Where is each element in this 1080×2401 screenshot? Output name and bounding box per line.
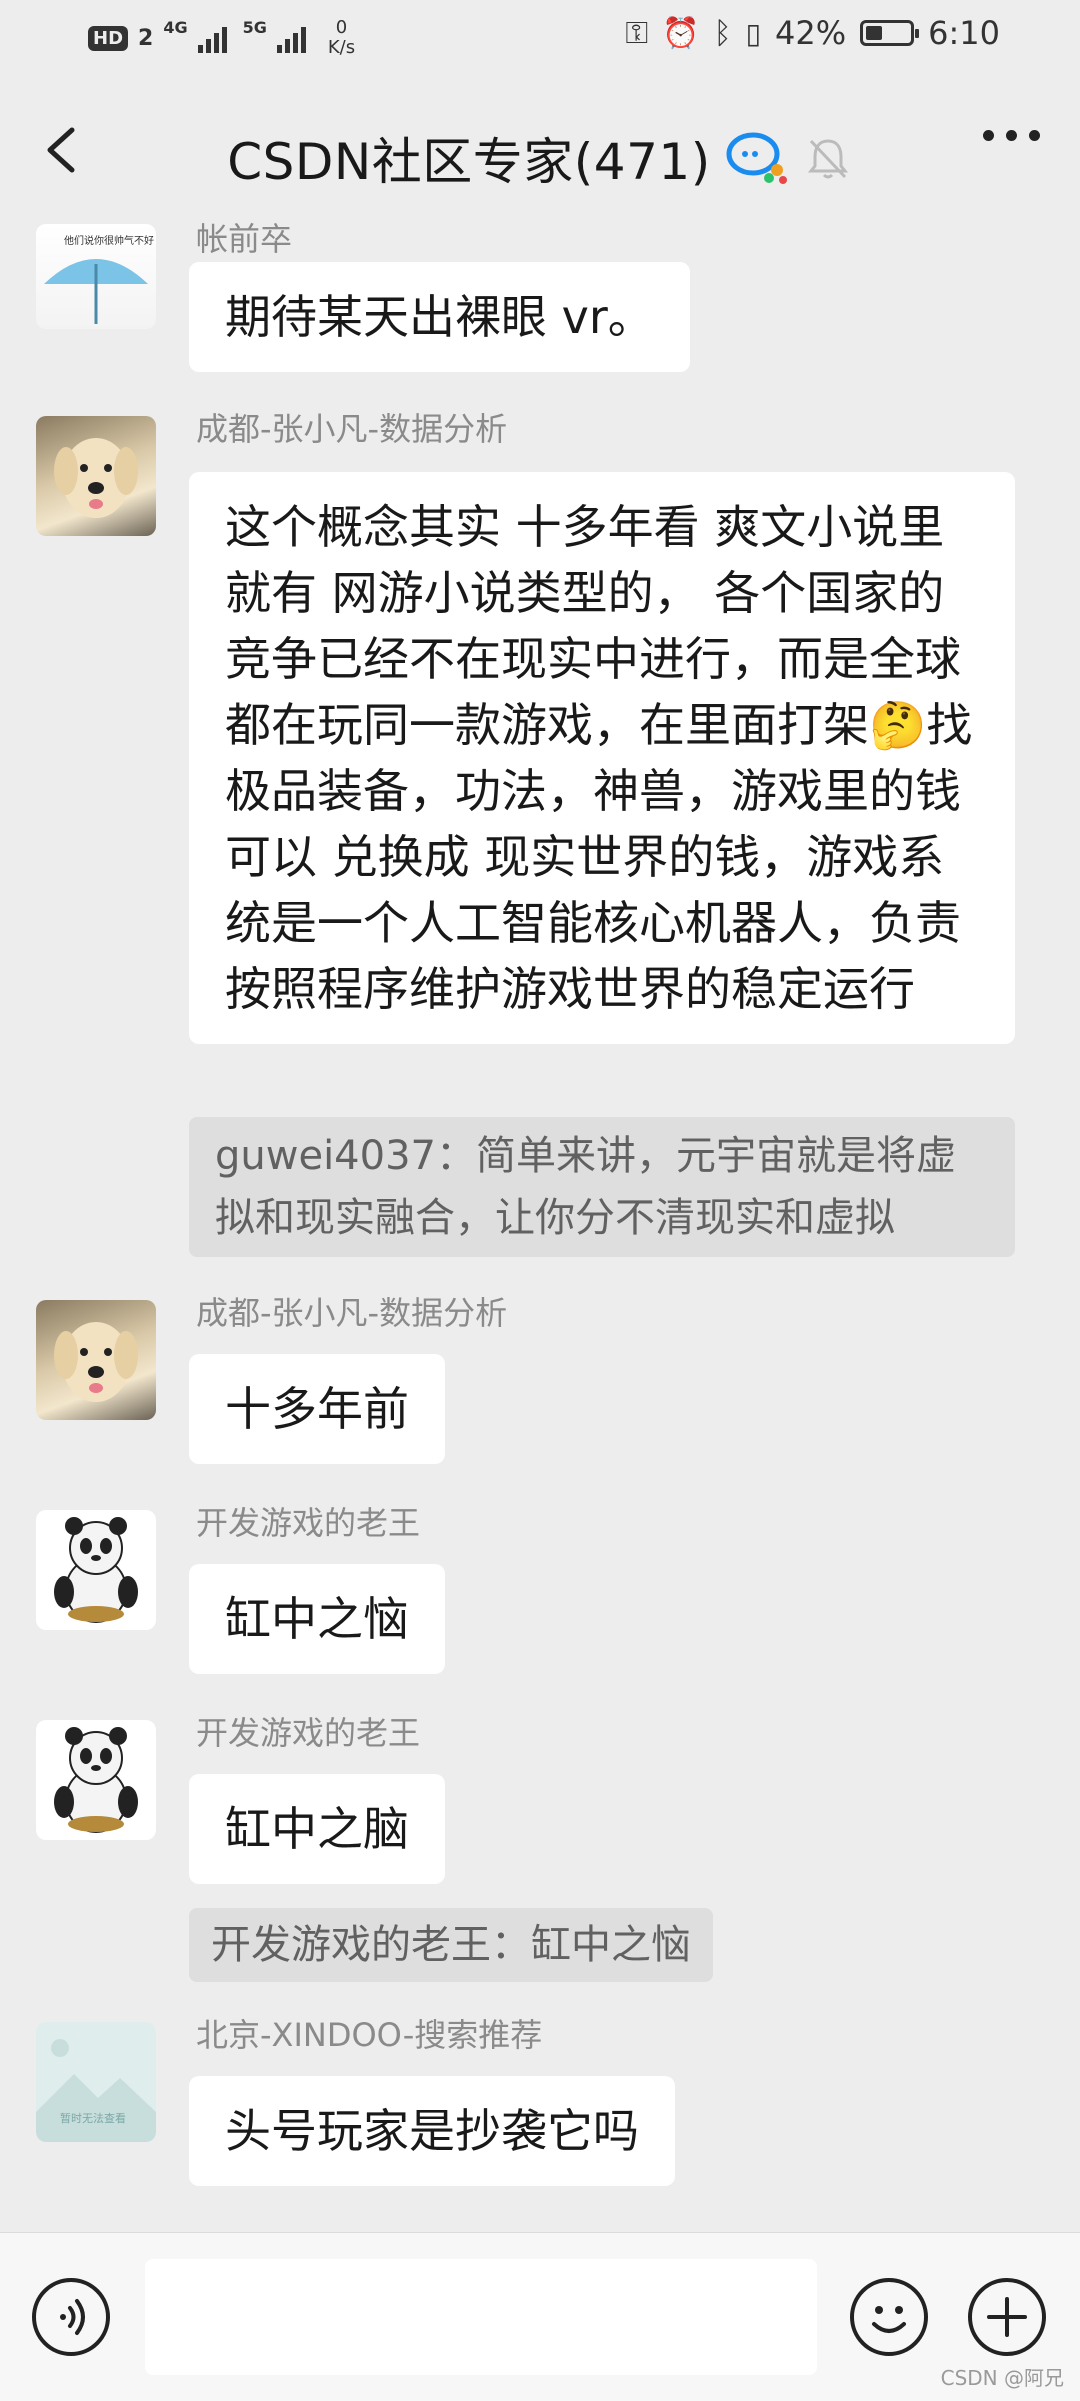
sender-name: 成都-张小凡-数据分析: [196, 410, 508, 448]
emoji-icon: [872, 2306, 906, 2333]
avatar-caption: 暂时无法查看: [60, 2112, 126, 2125]
message-bubble[interactable]: 头号玩家是抄袭它吗: [189, 2076, 675, 2186]
sender-name: 开发游戏的老王: [196, 1714, 421, 1752]
battery-percent: 42%: [775, 14, 847, 52]
status-left: HD 2 4G 5G 0 K/s: [88, 18, 355, 58]
more-button[interactable]: [983, 130, 1040, 141]
plus-button[interactable]: [968, 2278, 1046, 2356]
avatar-caption: 他们说你很帅气不好: [64, 236, 154, 247]
chat-title-area: CSDN社区专家(471): [0, 122, 1080, 194]
net-speed-unit: K/s: [327, 37, 356, 58]
message-input[interactable]: [145, 2259, 817, 2375]
more-icon: [983, 130, 1040, 141]
panda-avatar-icon: [54, 1727, 138, 1833]
status-bar: HD 2 4G 5G 0 K/s ⚿ ⏰ ᛒ ▯ 42% 6:10: [0, 0, 1080, 80]
voice-icon: [60, 2299, 85, 2335]
message-bubble[interactable]: 缸中之恼: [189, 1564, 445, 1674]
sender-name: 帐前卒: [196, 220, 293, 258]
panda-avatar-icon: [54, 1517, 138, 1623]
message-bubble[interactable]: 十多年前: [189, 1354, 445, 1464]
emoji-button[interactable]: [850, 2278, 928, 2356]
dog-avatar-icon: [54, 438, 138, 518]
input-bar: CSDN @阿兄: [0, 2232, 1080, 2401]
hd-badge: HD: [88, 25, 129, 51]
mute-bell-icon: [807, 139, 848, 179]
alarm-icon: ⏰: [662, 15, 700, 51]
net-speed-value: 0: [335, 17, 348, 38]
sender-name: 北京-XINDOO-搜索推荐: [196, 2016, 543, 2054]
message-bubble[interactable]: 缸中之脑: [189, 1774, 445, 1884]
status-right: ⚿ ⏰ ᛒ ▯ 42% 6:10: [625, 14, 1000, 52]
avatar[interactable]: [36, 1300, 156, 1420]
chat-header: CSDN社区专家(471): [0, 80, 1080, 220]
net-speed: 0 K/s: [328, 18, 355, 58]
plus-icon: [987, 2297, 1027, 2337]
quoted-message[interactable]: 开发游戏的老王：缸中之恼: [189, 1908, 713, 1982]
dog-avatar-icon: [54, 1322, 138, 1402]
message-bubble[interactable]: 期待某天出裸眼 vr。: [189, 262, 690, 372]
clock: 6:10: [928, 14, 1000, 52]
sim-number: 2: [138, 25, 154, 51]
avatar[interactable]: [36, 416, 156, 536]
message-bubble[interactable]: 这个概念其实 十多年看 爽文小说里就有 网游小说类型的， 各个国家的竞争已经不在…: [189, 472, 1015, 1044]
network-5g-label: 5G: [242, 18, 267, 37]
avatar[interactable]: 他们说你很帅气不好: [36, 224, 156, 329]
signal-icon: [197, 23, 227, 53]
network-4g-label: 4G: [163, 18, 188, 37]
key-icon: ⚿: [625, 15, 649, 51]
avatar[interactable]: [36, 1720, 156, 1840]
watermark: CSDN @阿兄: [940, 2366, 1064, 2390]
voice-button[interactable]: [32, 2278, 110, 2356]
chat-bubble-icon: [726, 132, 787, 184]
signal-icon-2: [276, 23, 306, 53]
vibrate-icon: ▯: [745, 16, 762, 50]
avatar[interactable]: 暂时无法查看: [36, 2022, 156, 2142]
battery-icon: [860, 20, 920, 46]
page-title: CSDN社区专家(471): [227, 133, 711, 191]
bluetooth-icon: ᛒ: [713, 15, 732, 51]
sender-name: 成都-张小凡-数据分析: [196, 1294, 508, 1332]
quoted-message[interactable]: guwei4037：简单来讲，元宇宙就是将虚拟和现实融合，让你分不清现实和虚拟: [189, 1117, 1015, 1257]
avatar[interactable]: [36, 1510, 156, 1630]
sender-name: 开发游戏的老王: [196, 1504, 421, 1542]
